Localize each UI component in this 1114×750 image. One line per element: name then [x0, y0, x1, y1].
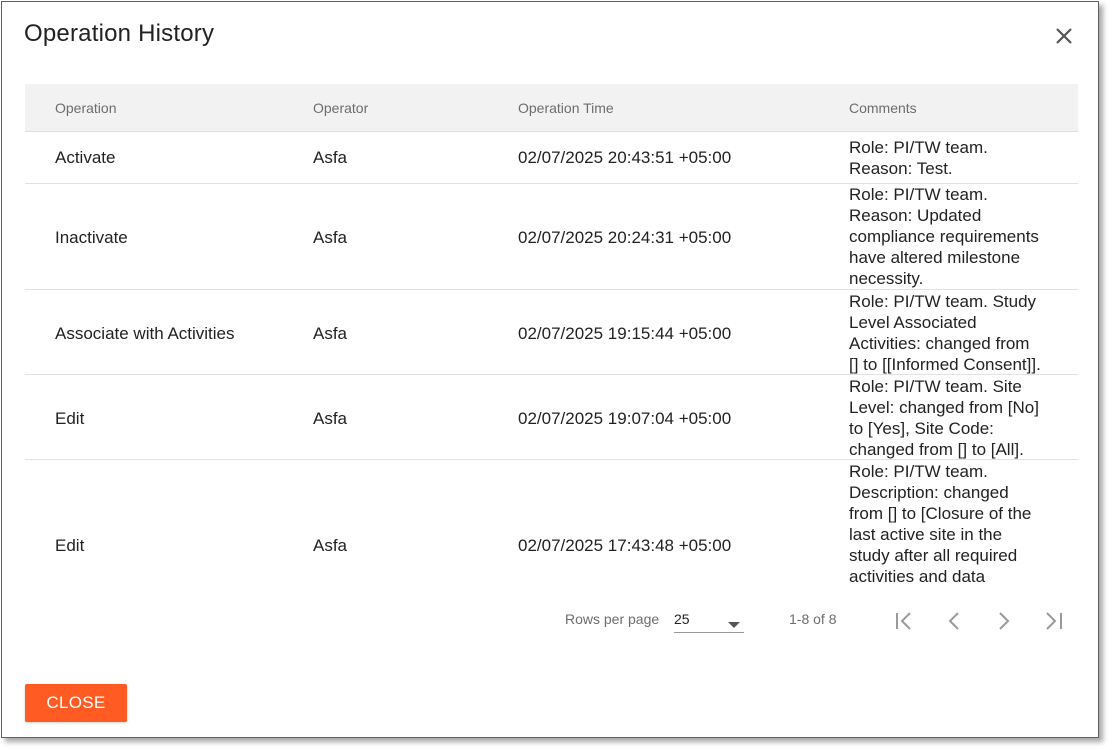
comment-line: have altered milestone — [849, 248, 1021, 267]
column-header-comments: Comments — [849, 100, 917, 116]
page-range-label: 1-8 of 8 — [789, 611, 837, 627]
operation-cell: Inactivate — [55, 228, 128, 247]
table-header: Operation Operator Operation Time Commen… — [25, 84, 1078, 132]
comment-line: Reason: Updated — [849, 206, 982, 225]
operation-cell: Edit — [55, 409, 85, 428]
table-row: Activate Asfa 02/07/2025 20:43:51 +05:00… — [25, 132, 1078, 184]
table-row: Inactivate Asfa 02/07/2025 20:24:31 +05:… — [25, 184, 1078, 290]
last-page-icon[interactable] — [1039, 606, 1069, 636]
operation-history-dialog: Operation History Operation Operator Ope… — [1, 1, 1099, 738]
previous-page-icon[interactable] — [939, 606, 969, 636]
comments-cell: Role: PI/TW team. Site Level: changed fr… — [849, 376, 1054, 460]
comments-cell: Role: PI/TW team. Study Level Associated… — [849, 291, 1054, 375]
comment-line: Level Associated — [849, 313, 977, 332]
comment-line: changed from [] to [All]. — [849, 440, 1024, 459]
comment-line: from [] to [Closure of the — [849, 504, 1032, 523]
comment-line: activities and data — [849, 567, 986, 584]
operation-time-cell: 02/07/2025 20:43:51 +05:00 — [518, 148, 732, 167]
operation-time-cell: 02/07/2025 19:07:04 +05:00 — [518, 409, 732, 428]
comment-line: [] to [[Informed Consent]]. — [849, 355, 1041, 374]
rows-per-page-select[interactable]: 25 — [674, 606, 744, 633]
operation-time-cell: 02/07/2025 17:43:48 +05:00 — [518, 536, 732, 555]
comment-line: Role: PI/TW team. Site — [849, 377, 1022, 396]
pagination-bar: Rows per page 25 1-8 of 8 — [2, 602, 1102, 642]
close-icon[interactable] — [1050, 22, 1078, 50]
rows-per-page-value: 25 — [674, 611, 690, 627]
rows-per-page-label: Rows per page — [565, 611, 660, 627]
table-row: Edit Asfa 02/07/2025 17:43:48 +05:00 Rol… — [25, 460, 1078, 584]
comment-line: Role: PI/TW team. — [849, 462, 988, 481]
comments-cell: Role: PI/TW team. Description: changed f… — [849, 461, 1054, 584]
table-row: Edit Asfa 02/07/2025 19:07:04 +05:00 Rol… — [25, 375, 1078, 460]
comment-line: Role: PI/TW team. Study — [849, 292, 1037, 311]
operator-cell: Asfa — [313, 409, 348, 428]
comments-cell: Role: PI/TW team. Reason: Test. — [849, 137, 1054, 179]
operator-cell: Asfa — [313, 228, 348, 247]
operation-time-cell: 02/07/2025 19:15:44 +05:00 — [518, 324, 732, 343]
close-button[interactable]: CLOSE — [25, 684, 127, 722]
comment-line: compliance requirements — [849, 227, 1039, 246]
operation-cell: Activate — [55, 148, 116, 167]
next-page-icon[interactable] — [989, 606, 1019, 636]
comment-line: Description: changed — [849, 483, 1009, 502]
operator-cell: Asfa — [313, 536, 348, 555]
comment-line: Reason: Test. — [849, 159, 953, 178]
comment-line: necessity. — [849, 269, 924, 288]
comment-line: Role: PI/TW team. — [849, 185, 988, 204]
table-row: Associate with Activities Asfa 02/07/202… — [25, 290, 1078, 375]
comment-line: Activities: changed from — [849, 334, 1030, 353]
comment-line: Level: changed from [No] — [849, 398, 1039, 417]
operation-cell: Edit — [55, 536, 85, 555]
history-table: Operation Operator Operation Time Commen… — [25, 84, 1078, 584]
column-header-operation: Operation — [55, 100, 117, 116]
comments-cell: Role: PI/TW team. Reason: Updated compli… — [849, 184, 1054, 289]
dialog-title: Operation History — [24, 20, 215, 47]
first-page-icon[interactable] — [889, 606, 919, 636]
comment-line: last active site in the — [849, 525, 1003, 544]
operation-time-cell: 02/07/2025 20:24:31 +05:00 — [518, 228, 732, 247]
dropdown-arrow-icon — [728, 616, 740, 632]
column-header-operation-time: Operation Time — [518, 100, 614, 116]
operation-cell: Associate with Activities — [55, 324, 235, 343]
operator-cell: Asfa — [313, 324, 348, 343]
comment-line: study after all required — [849, 546, 1018, 565]
column-header-operator: Operator — [313, 100, 369, 116]
operator-cell: Asfa — [313, 148, 348, 167]
comment-line: to [Yes], Site Code: — [849, 419, 994, 438]
comment-line: Role: PI/TW team. — [849, 138, 988, 157]
